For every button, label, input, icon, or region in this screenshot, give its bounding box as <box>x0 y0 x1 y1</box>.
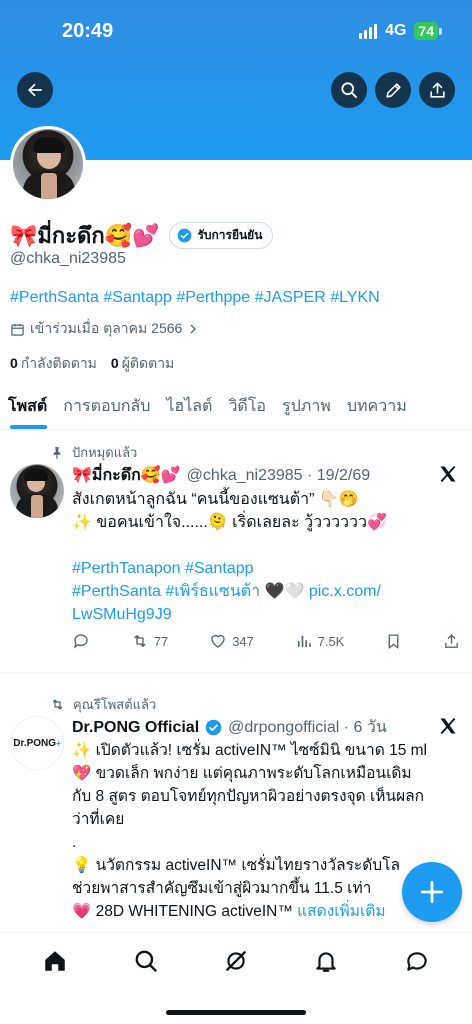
retweet-icon <box>134 635 146 647</box>
bottom-nav <box>0 932 472 988</box>
tweet-hashtags[interactable]: #PerthTanapon #Santapp <box>72 557 456 580</box>
status-bar: 20:49 4G 74 <box>0 18 472 48</box>
tab-highlights[interactable]: ไฮไลต์ <box>158 386 220 429</box>
profile-avatar[interactable] <box>10 126 86 202</box>
verified-badge[interactable]: รับการยืนยัน <box>169 222 274 249</box>
search-icon <box>341 82 357 99</box>
chevron-right-icon[interactable] <box>187 323 199 335</box>
bookmark-button[interactable] <box>385 633 402 650</box>
signal-icon <box>359 23 378 39</box>
retweet-count: 77 <box>153 633 169 649</box>
reply-button[interactable] <box>72 632 90 650</box>
views-button[interactable]: 7.5K <box>295 632 345 650</box>
calendar-icon <box>11 323 24 336</box>
repost-indicator: คุณรีโพสต์แล้ว <box>50 694 156 715</box>
tweet-divider <box>0 672 472 673</box>
like-icon <box>211 634 225 648</box>
display-name: 🎀มี่กะดึก🥰💕 <box>10 223 160 248</box>
verified-check-icon <box>178 228 192 243</box>
tweet-hearts: 🖤🤍 <box>264 583 305 600</box>
tweet-body[interactable]: สังเกตหน้าลูกฉัน “คนนี้ของแซนต้า” 👇🏻🤭 ✨ … <box>72 488 456 626</box>
tab-articles[interactable]: บทความ <box>339 386 415 429</box>
nav-notifications[interactable] <box>306 941 346 981</box>
edit-button[interactable] <box>375 72 411 108</box>
following-stat[interactable]: 0 กำลังติดตาม <box>10 353 97 375</box>
nav-messages[interactable] <box>397 941 437 981</box>
status-time: 20:49 <box>62 20 114 42</box>
tweet-author-name[interactable]: 🎀มี่กะดึก🥰💕 <box>72 463 181 488</box>
tweet-meta: @chka_ni23985 · 19/2/69 <box>186 466 371 484</box>
nav-home[interactable] <box>35 941 75 981</box>
pencil-icon <box>385 82 401 98</box>
tab-videos[interactable]: วิดีโอ <box>220 386 274 429</box>
search-button[interactable] <box>331 72 367 108</box>
tweet-author-avatar-drpong[interactable]: Dr.PONG + <box>10 716 64 770</box>
bookmark-icon <box>388 633 399 649</box>
like-count: 347 <box>232 633 254 649</box>
verified-label: รับการยืนยัน <box>197 228 263 242</box>
pin-icon <box>53 446 61 459</box>
profile-name-row: 🎀มี่กะดึก🥰💕 รับการยืนยัน <box>10 218 274 253</box>
share-icon <box>445 633 458 648</box>
home-icon <box>45 950 65 971</box>
compose-button[interactable] <box>402 862 462 922</box>
home-indicator <box>166 1010 306 1015</box>
plus-icon <box>420 880 444 904</box>
reply-icon <box>73 634 88 649</box>
tweet-link[interactable]: pic.x.com/ <box>309 583 381 600</box>
tweet-meta-2: @drpongofficial · 6 วัน <box>228 719 387 736</box>
tweet-header-2: Dr.PONG Official @drpongofficial · 6 วัน <box>72 715 387 740</box>
search-icon <box>135 950 157 972</box>
nav-search[interactable] <box>126 941 166 981</box>
like-button[interactable]: 347 <box>209 632 254 650</box>
share-icon <box>429 82 445 98</box>
retweet-button[interactable]: 77 <box>131 632 168 650</box>
tweet-header: 🎀มี่กะดึก🥰💕 @chka_ni23985 · 19/2/69 <box>72 463 370 488</box>
bell-icon <box>316 951 337 972</box>
messages-icon <box>406 951 427 971</box>
share-button[interactable] <box>419 72 455 108</box>
verified-check-icon <box>205 719 222 736</box>
joined-label: เข้าร่วมเมื่อ ตุลาคม 2566 <box>30 320 183 336</box>
tweet-author-name-2[interactable]: Dr.PONG Official <box>72 719 199 737</box>
network-label: 4G <box>385 22 407 39</box>
views-count: 7.5K <box>317 633 345 649</box>
battery-level: 74 <box>414 22 438 40</box>
profile-handle: @chka_ni23985 <box>10 250 126 267</box>
profile-tabs: โพสต์ การตอบกลับ ไฮไลต์ วิดีโอ รูปภาพ บท… <box>0 386 472 430</box>
x-logo-icon <box>440 717 456 735</box>
pinned-indicator: ปักหมุดแล้ว <box>50 442 137 463</box>
tweet-author-avatar[interactable] <box>10 464 64 518</box>
profile-bio-hashtags[interactable]: #PerthSanta #Santapp #Perthppe #JASPER #… <box>10 289 380 307</box>
status-indicators: 4G 74 <box>359 22 442 40</box>
tweet-share-button[interactable] <box>443 633 460 650</box>
grok-icon <box>226 950 246 971</box>
back-arrow-icon <box>28 83 42 97</box>
views-icon <box>297 635 311 647</box>
followers-stat[interactable]: 0 ผู้ติดตาม <box>111 353 174 375</box>
back-button[interactable] <box>17 72 53 108</box>
tweet-link-2[interactable]: LwSMuHg9J9 <box>72 603 456 626</box>
joined-date: เข้าร่วมเมื่อ ตุลาคม 2566 <box>10 318 199 340</box>
follow-stats: 0 กำลังติดตาม 0 ผู้ติดตาม <box>10 353 174 375</box>
tweet-actions: 77 347 7.5K <box>72 632 460 650</box>
tab-posts[interactable]: โพสต์ <box>0 386 55 429</box>
battery-icon: 74 <box>414 22 442 40</box>
repost-icon <box>52 699 63 710</box>
nav-grok[interactable] <box>216 941 256 981</box>
tab-photos[interactable]: รูปภาพ <box>274 386 339 429</box>
tab-replies[interactable]: การตอบกลับ <box>55 386 158 429</box>
x-logo-icon <box>440 465 456 483</box>
show-more-link[interactable]: แสดงเพิ่มเติม <box>297 903 385 920</box>
tweet-hashtags-2[interactable]: #PerthSanta #เพิร์ธแซนต้า <box>72 583 260 600</box>
